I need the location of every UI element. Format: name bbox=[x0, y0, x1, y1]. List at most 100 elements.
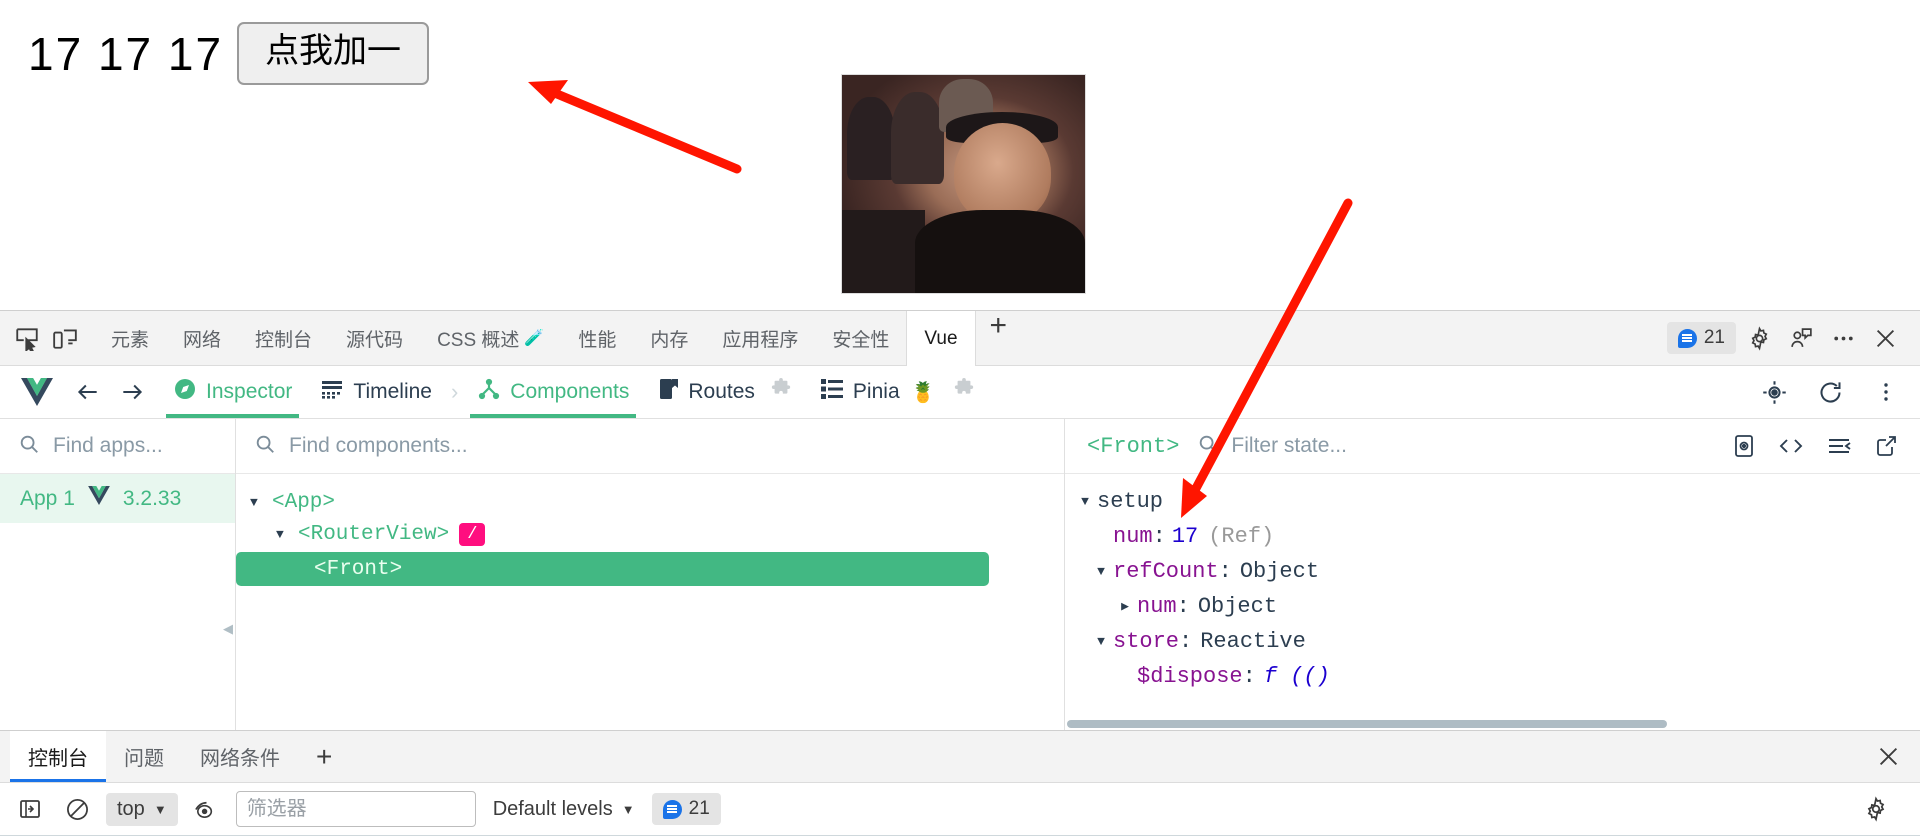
code-icon[interactable] bbox=[1778, 434, 1804, 458]
tab-css-overview[interactable]: CSS 概述 🧪 bbox=[420, 311, 561, 365]
drawer-tab-list: 控制台 问题 网络条件 + bbox=[0, 731, 1920, 783]
state-value: Reactive bbox=[1200, 629, 1306, 654]
tab-elements[interactable]: 元素 bbox=[94, 311, 166, 365]
console-drawer: 控制台 问题 网络条件 + top ▼ 筛选器 Default levels ▼… bbox=[0, 730, 1920, 836]
device-toolbar-icon[interactable] bbox=[46, 319, 84, 357]
state-row-dispose[interactable]: $dispose : f (() bbox=[1065, 659, 1920, 694]
popout-icon[interactable] bbox=[1874, 434, 1898, 458]
vue-tab-pinia[interactable]: Pinia 🍍 bbox=[807, 366, 988, 418]
drawer-tab-console[interactable]: 控制台 bbox=[10, 731, 106, 782]
forward-arrow-icon[interactable] bbox=[112, 372, 152, 412]
find-apps-input[interactable] bbox=[51, 433, 217, 459]
console-issues-badge[interactable]: 21 bbox=[651, 793, 721, 825]
back-arrow-icon[interactable] bbox=[68, 372, 108, 412]
beta-flask-icon: 🧪 bbox=[524, 330, 545, 347]
console-sidebar-icon[interactable] bbox=[12, 791, 48, 827]
vertical-dots-icon[interactable] bbox=[1866, 372, 1906, 412]
increment-button[interactable]: 点我加一 bbox=[237, 22, 430, 86]
state-value: f (() bbox=[1263, 664, 1330, 689]
tab-memory[interactable]: 内存 bbox=[633, 311, 705, 365]
collapse-apps-panel-handle[interactable]: ◀ bbox=[221, 612, 235, 646]
add-tab-button[interactable]: + bbox=[976, 311, 1022, 365]
tab-network[interactable]: 网络 bbox=[166, 311, 238, 365]
console-toolbar: top ▼ Default levels ▼ 21 bbox=[0, 783, 1920, 836]
tab-application[interactable]: 应用程序 bbox=[705, 311, 815, 365]
clear-console-icon[interactable] bbox=[59, 791, 95, 827]
target-icon[interactable] bbox=[1754, 372, 1794, 412]
gif-bench bbox=[842, 210, 925, 293]
gif-background-figure-1 bbox=[846, 96, 896, 180]
vue-devtools-toolbar: Inspector Timeline › Components Routes P… bbox=[0, 366, 1920, 419]
chevron-down-icon[interactable]: ▼ bbox=[1089, 634, 1113, 649]
drawer-tab-label: 控制台 bbox=[28, 748, 88, 770]
tree-node-app[interactable]: ▼ <App> bbox=[236, 486, 1064, 518]
state-row-num[interactable]: num : 17 (Ref) bbox=[1065, 519, 1920, 554]
state-key: setup bbox=[1097, 489, 1164, 514]
tab-vue[interactable]: Vue bbox=[906, 311, 976, 366]
tree-node-routerview[interactable]: ▼ <RouterView> / bbox=[236, 518, 1064, 550]
chevron-down-icon[interactable]: ▼ bbox=[1089, 564, 1113, 579]
drawer-add-tab-button[interactable]: + bbox=[298, 731, 350, 782]
chevron-down-icon: ▼ bbox=[621, 801, 635, 817]
tab-label: 源代码 bbox=[346, 329, 404, 351]
tab-security[interactable]: 安全性 bbox=[815, 311, 906, 365]
tree-node-front[interactable]: <Front> bbox=[236, 552, 989, 586]
chevron-right-icon[interactable]: ▶ bbox=[1113, 599, 1137, 614]
app-list-item[interactable]: App 1 3.2.33 bbox=[0, 474, 235, 523]
console-filter-input[interactable] bbox=[235, 791, 476, 827]
inspect-element-icon[interactable] bbox=[8, 319, 46, 357]
gear-icon[interactable] bbox=[1858, 791, 1894, 827]
chevron-down-icon[interactable]: ▼ bbox=[1073, 494, 1097, 509]
apps-panel: App 1 3.2.33 ◀ bbox=[0, 419, 236, 730]
tab-sources[interactable]: 源代码 bbox=[329, 311, 420, 365]
state-row-setup[interactable]: ▼ setup bbox=[1065, 484, 1920, 519]
state-value[interactable]: 17 bbox=[1166, 524, 1198, 549]
pineapple-icon: 🍍 bbox=[910, 381, 936, 404]
state-row-store[interactable]: ▼ store : Reactive bbox=[1065, 624, 1920, 659]
drawer-tab-issues[interactable]: 问题 bbox=[106, 731, 182, 782]
search-icon bbox=[1197, 433, 1219, 460]
find-components-input[interactable] bbox=[287, 433, 1046, 459]
vue-tab-routes[interactable]: Routes bbox=[644, 366, 805, 418]
tab-performance[interactable]: 性能 bbox=[561, 311, 633, 365]
routes-icon bbox=[657, 377, 679, 407]
vue-tab-timeline[interactable]: Timeline bbox=[307, 366, 445, 418]
reaction-gif-image bbox=[841, 74, 1086, 294]
chevron-down-icon[interactable]: ▼ bbox=[276, 527, 298, 542]
log-levels-select[interactable]: Default levels ▼ bbox=[487, 798, 641, 821]
component-state-panel: <Front> Filter state... ▼ setup num: 17… bbox=[1065, 419, 1920, 730]
live-expression-icon[interactable] bbox=[189, 791, 225, 827]
open-in-editor-icon[interactable] bbox=[1732, 434, 1756, 458]
user-feedback-icon[interactable] bbox=[1782, 319, 1820, 357]
state-row-refcount[interactable]: ▼ refCount : Object bbox=[1065, 554, 1920, 589]
vue-tab-label: Routes bbox=[688, 380, 755, 403]
chevron-down-icon[interactable]: ▼ bbox=[250, 495, 272, 510]
levels-label: Default levels bbox=[492, 797, 613, 820]
issues-count: 21 bbox=[1703, 327, 1725, 348]
plus-icon: + bbox=[316, 740, 333, 772]
filter-state-input[interactable] bbox=[1229, 433, 1722, 459]
tab-console[interactable]: 控制台 bbox=[238, 311, 329, 365]
execution-context-select[interactable]: top ▼ bbox=[106, 792, 178, 826]
drawer-tab-network-conditions[interactable]: 网络条件 bbox=[182, 731, 298, 782]
issues-badge[interactable]: 21 bbox=[1666, 322, 1736, 354]
gear-icon[interactable] bbox=[1740, 319, 1778, 357]
state-colon: : bbox=[1176, 594, 1190, 619]
refresh-icon[interactable] bbox=[1810, 372, 1850, 412]
more-options-icon[interactable] bbox=[1824, 319, 1862, 357]
tab-label: 性能 bbox=[578, 329, 617, 351]
tab-label: 安全性 bbox=[832, 329, 890, 351]
find-apps-row bbox=[0, 419, 235, 474]
drawer-close-icon[interactable] bbox=[1857, 731, 1920, 782]
vue-tab-inspector[interactable]: Inspector bbox=[160, 366, 305, 418]
state-row-refcount-num[interactable]: ▶ num : Object bbox=[1065, 589, 1920, 624]
vue-tab-label: Timeline bbox=[353, 380, 432, 403]
message-bubble-icon bbox=[1677, 328, 1697, 348]
close-icon[interactable] bbox=[1866, 319, 1904, 357]
vue-tab-components[interactable]: Components bbox=[464, 366, 642, 418]
collapse-all-icon[interactable] bbox=[1826, 434, 1852, 458]
vue-tab-label: Inspector bbox=[206, 380, 293, 403]
state-horizontal-scrollbar[interactable] bbox=[1067, 720, 1667, 728]
puzzle-plugin-icon bbox=[953, 378, 975, 406]
counter-row: 17 17 17 点我加一 bbox=[28, 22, 430, 86]
